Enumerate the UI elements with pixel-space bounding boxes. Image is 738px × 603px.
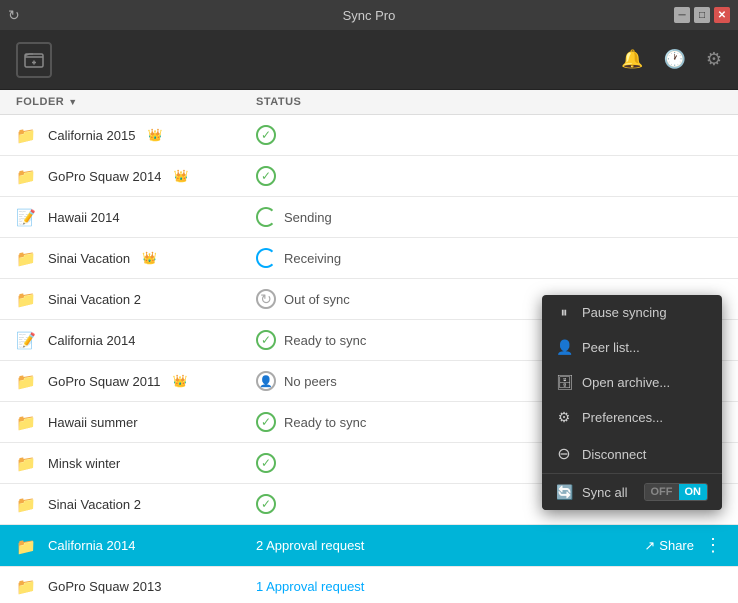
crown-badge: 👑 — [147, 128, 162, 142]
folder-icon: 📁 — [16, 413, 38, 431]
toggle-on-label[interactable]: ON — [679, 484, 708, 500]
table-row[interactable]: 📁 Sinai Vacation 👑 Receiving — [0, 238, 738, 279]
peer-list-menuitem[interactable]: 👤 Peer list... — [542, 330, 722, 365]
disconnect-menuitem[interactable]: ⊖ Disconnect — [542, 435, 722, 473]
nopeers-icon: 👤 — [256, 371, 276, 391]
status-cell: 1 Approval request — [256, 579, 722, 594]
syncall-icon: 🔄 — [556, 484, 572, 501]
archive-icon: 🗄 — [556, 374, 572, 391]
table-row[interactable]: 📁 California 2015 👑 ✓ — [0, 115, 738, 156]
table-row[interactable]: 📝 Hawaii 2014 Sending — [0, 197, 738, 238]
row-actions: ↗ Share ⋮ — [602, 535, 722, 556]
preferences-menuitem[interactable]: ⚙ Preferences... — [542, 400, 722, 435]
share-icon: ↗ — [644, 538, 655, 554]
status-cell: Receiving — [256, 248, 722, 268]
synced-icon: ✓ — [256, 125, 276, 145]
window: ↻ Sync Pro ─ □ ✕ 🔔 🕐 ⚙ — [0, 0, 738, 603]
status-cell: 2 Approval request — [256, 538, 602, 553]
settings-icon[interactable]: ⚙ — [706, 49, 722, 70]
title-bar: ↻ Sync Pro ─ □ ✕ — [0, 0, 738, 30]
table-row[interactable]: 📁 GoPro Squaw 2014 👑 ✓ — [0, 156, 738, 197]
folder-icon: 📁 — [16, 577, 38, 595]
folder-icon: 📁 — [16, 537, 38, 555]
folder-cell: 📁 California 2015 👑 — [16, 126, 256, 144]
table-header: FOLDER ▼ STATUS — [0, 90, 738, 115]
maximize-button[interactable]: □ — [694, 7, 710, 23]
synced-icon: ✓ — [256, 494, 276, 514]
folder-icon: 📁 — [16, 290, 38, 308]
sync-all-menuitem[interactable]: 🔄 Sync all OFF ON — [542, 474, 722, 510]
close-button[interactable]: ✕ — [714, 7, 730, 23]
folder-icon: 📁 — [16, 495, 38, 513]
folder-cell: 📁 Hawaii summer — [16, 413, 256, 431]
folder-modified-icon: 📝 — [16, 208, 38, 226]
minimize-button[interactable]: ─ — [674, 7, 690, 23]
pause-icon: ⏸ — [556, 304, 572, 321]
toolbar: 🔔 🕐 ⚙ — [0, 30, 738, 90]
folder-cell: 📁 Minsk winter — [16, 454, 256, 472]
status-column-header: STATUS — [256, 96, 722, 108]
readytosync-icon: ✓ — [256, 330, 276, 350]
share-button[interactable]: ↗ Share — [644, 538, 694, 554]
readytosync-icon: ✓ — [256, 412, 276, 432]
folder-cell: 📝 California 2014 — [16, 331, 256, 349]
folder-icon: 📁 — [16, 126, 38, 144]
window-title: Sync Pro — [343, 8, 396, 23]
add-folder-button[interactable] — [16, 42, 52, 78]
folder-column-header[interactable]: FOLDER ▼ — [16, 96, 256, 108]
window-controls: ─ □ ✕ — [674, 7, 730, 23]
refresh-icon[interactable]: ↻ — [8, 7, 20, 24]
pause-syncing-menuitem[interactable]: ⏸ Pause syncing — [542, 295, 722, 330]
folder-cell: 📁 GoPro Squaw 2011 👑 — [16, 372, 256, 390]
folder-icon: 📁 — [16, 249, 38, 267]
folder-cell: 📝 Hawaii 2014 — [16, 208, 256, 226]
folder-cell: 📁 Sinai Vacation 👑 — [16, 249, 256, 267]
context-menu: ⏸ Pause syncing 👤 Peer list... 🗄 Open ar… — [542, 295, 722, 510]
crown-badge: 👑 — [142, 251, 157, 265]
crown-badge: 👑 — [173, 169, 188, 183]
status-cell: ✓ — [256, 166, 722, 186]
status-cell: Sending — [256, 207, 722, 227]
preferences-icon: ⚙ — [556, 409, 572, 426]
notifications-icon[interactable]: 🔔 — [621, 49, 643, 70]
folder-icon: 📁 — [16, 167, 38, 185]
status-cell: ✓ — [256, 125, 722, 145]
folder-icon: 📁 — [16, 372, 38, 390]
folder-cell: 📁 GoPro Squaw 2013 — [16, 577, 256, 595]
more-options-button[interactable]: ⋮ — [704, 535, 722, 556]
table-row[interactable]: 📁 GoPro Squaw 2013 1 Approval request — [0, 567, 738, 603]
table-row-selected[interactable]: 📁 California 2014 2 Approval request ↗ S… — [0, 525, 738, 567]
folder-cell: 📁 GoPro Squaw 2014 👑 — [16, 167, 256, 185]
receiving-icon — [256, 248, 276, 268]
synced-icon: ✓ — [256, 453, 276, 473]
disconnect-icon: ⊖ — [556, 444, 572, 464]
folder-cell: 📁 Sinai Vacation 2 — [16, 290, 256, 308]
outofsync-icon: ↻ — [256, 289, 276, 309]
toggle-off-label[interactable]: OFF — [645, 484, 679, 500]
folder-cell: 📁 Sinai Vacation 2 — [16, 495, 256, 513]
synced-icon: ✓ — [256, 166, 276, 186]
peer-icon: 👤 — [556, 339, 572, 356]
folder-icon: 📝 — [16, 331, 38, 349]
folder-icon: 📁 — [16, 454, 38, 472]
sync-toggle[interactable]: OFF ON — [644, 483, 709, 501]
history-icon[interactable]: 🕐 — [663, 49, 685, 70]
folder-cell: 📁 California 2014 — [16, 537, 256, 555]
sending-icon — [256, 207, 276, 227]
open-archive-menuitem[interactable]: 🗄 Open archive... — [542, 365, 722, 400]
crown-badge: 👑 — [173, 374, 188, 388]
main-content: FOLDER ▼ STATUS 📁 California 2015 👑 ✓ 📁 … — [0, 90, 738, 603]
